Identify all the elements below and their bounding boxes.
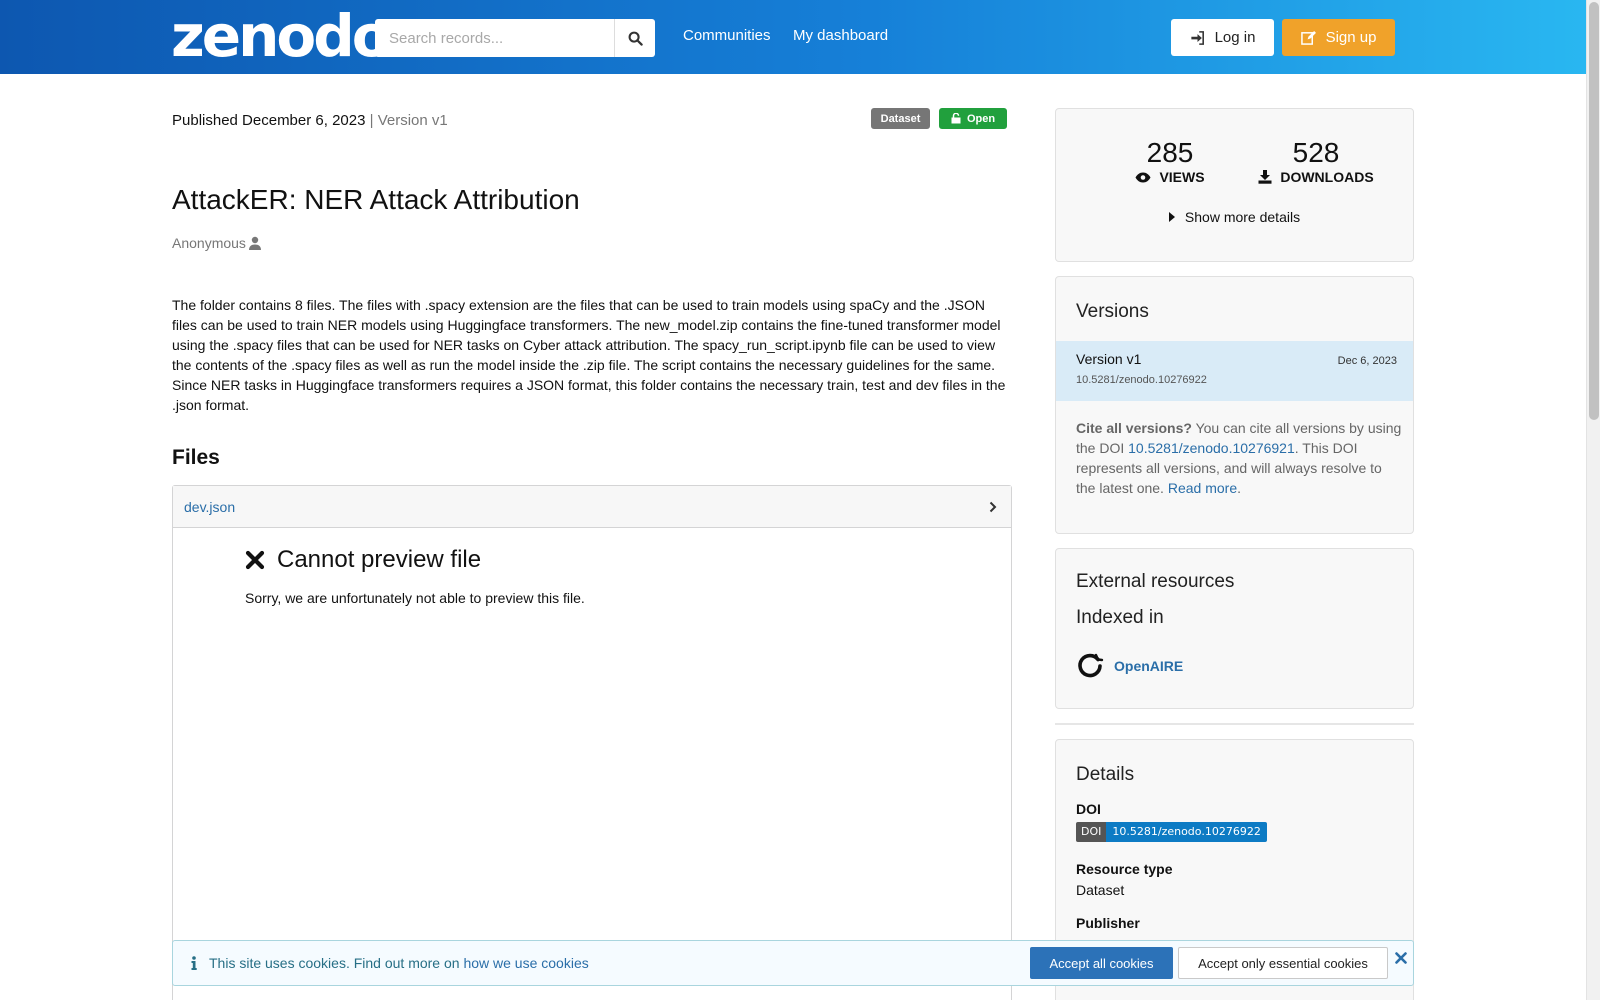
publisher-label: Publisher — [1076, 915, 1140, 931]
edit-icon — [1300, 30, 1316, 45]
resource-type-value: Dataset — [1076, 882, 1125, 898]
unlock-icon — [951, 113, 961, 124]
access-badge: Open — [939, 108, 1007, 129]
doi-label: DOI — [1076, 801, 1101, 817]
eye-icon — [1135, 172, 1151, 182]
cookie-text: This site uses cookies. Find out more on — [209, 955, 464, 971]
show-more-label: Show more details — [1184, 209, 1301, 225]
search-icon — [628, 31, 643, 46]
external-heading: External resources — [1076, 571, 1235, 592]
download-icon — [1258, 170, 1272, 184]
views-stat: 285 VIEWS — [1120, 137, 1220, 185]
page-scrollbar[interactable] — [1586, 0, 1600, 1000]
signup-label: Sign up — [1325, 29, 1377, 46]
version-item-date: Dec 6, 2023 — [1337, 355, 1397, 367]
published-date: Published December 6, 2023 — [172, 112, 366, 129]
resource-type-badge-label: Dataset — [880, 112, 921, 125]
nav-my-dashboard[interactable]: My dashboard — [793, 27, 888, 44]
access-badge-label: Open — [966, 112, 996, 125]
record-title: AttackER: NER Attack Attribution — [172, 184, 580, 215]
resource-type-badge: Dataset — [871, 108, 930, 129]
author-name: Anonymous — [172, 235, 246, 251]
openaire-logo-icon — [1078, 653, 1104, 678]
cookie-banner: This site uses cookies. Find out more on… — [172, 940, 1414, 986]
preview-error-title: Cannot preview file — [277, 546, 482, 573]
record-description: The folder contains 8 files. The files w… — [172, 297, 1006, 413]
file-selector[interactable]: dev.json — [173, 486, 1011, 528]
zenodo-logo[interactable]: zenodo — [171, 6, 392, 66]
chevron-right-icon[interactable] — [989, 501, 997, 513]
cite-end: . — [1237, 480, 1241, 496]
cite-bold: Cite all versions? — [1076, 420, 1192, 436]
downloads-label: DOWNLOADS — [1280, 169, 1374, 185]
resource-type-label: Resource type — [1076, 861, 1173, 877]
file-preview-panel: dev.json Cannot preview file Sorry, we a… — [172, 485, 1012, 1000]
accept-essential-cookies-button[interactable]: Accept only essential cookies — [1178, 947, 1388, 979]
doi-badge-key: DOI — [1076, 822, 1107, 842]
caret-right-icon — [1168, 212, 1175, 222]
sidebar-divider — [1055, 723, 1414, 725]
details-heading: Details — [1076, 764, 1135, 785]
user-icon — [248, 236, 261, 250]
read-more-link[interactable]: Read more — [1168, 480, 1237, 496]
doi-badge-value: 10.5281/zenodo.10276922 — [1106, 822, 1267, 842]
search-box — [375, 19, 655, 57]
stats-card: 285 VIEWS 528 DOWNLOADS Show more detail… — [1055, 108, 1414, 262]
show-more-details[interactable]: Show more details — [1056, 209, 1413, 225]
top-navbar: zenodo Communities My dashboard Log in S… — [0, 0, 1586, 74]
publication-info: Published December 6, 2023 | Version v1 — [172, 112, 448, 129]
preview-error-text: Sorry, we are unfortunately not able to … — [245, 590, 585, 606]
file-link[interactable]: dev.json — [184, 499, 235, 515]
record-author[interactable]: Anonymous — [172, 235, 262, 251]
accept-all-cookies-button[interactable]: Accept all cookies — [1030, 947, 1173, 979]
search-button[interactable] — [614, 19, 655, 57]
files-heading: Files — [172, 446, 220, 469]
close-icon — [245, 550, 265, 570]
version-label: | Version v1 — [369, 112, 448, 129]
nav-communities[interactable]: Communities — [683, 27, 771, 44]
views-count: 285 — [1146, 137, 1194, 168]
concept-doi-link[interactable]: 10.5281/zenodo.10276921 — [1128, 440, 1295, 456]
cookie-policy-link[interactable]: how we use cookies — [463, 955, 588, 971]
info-icon — [191, 956, 197, 970]
login-label: Log in — [1214, 29, 1256, 46]
version-item[interactable]: Version v1 Dec 6, 2023 10.5281/zenodo.10… — [1056, 341, 1413, 401]
downloads-stat: 528 DOWNLOADS — [1251, 137, 1381, 185]
scrollbar-thumb[interactable] — [1589, 2, 1599, 420]
login-button[interactable]: Log in — [1171, 19, 1274, 56]
indexed-in-heading: Indexed in — [1076, 607, 1164, 628]
openaire-link[interactable]: OpenAIRE — [1076, 652, 1183, 680]
signup-button[interactable]: Sign up — [1282, 19, 1395, 56]
preview-error: Cannot preview file Sorry, we are unfort… — [245, 546, 585, 606]
versions-card: Versions Version v1 Dec 6, 2023 10.5281/… — [1055, 276, 1414, 534]
version-item-doi: 10.5281/zenodo.10276922 — [1076, 374, 1207, 386]
versions-heading: Versions — [1076, 301, 1149, 322]
views-label: VIEWS — [1159, 169, 1205, 185]
doi-badge[interactable]: DOI 10.5281/zenodo.10276922 — [1076, 822, 1267, 842]
search-input[interactable] — [375, 19, 614, 57]
external-resources-card: External resources Indexed in OpenAIRE — [1055, 548, 1414, 709]
close-cookie-icon[interactable] — [1395, 952, 1407, 964]
openaire-label: OpenAIRE — [1114, 658, 1184, 674]
cite-all-versions: Cite all versions? You can cite all vers… — [1076, 418, 1402, 498]
sign-in-icon — [1190, 30, 1204, 45]
downloads-count: 528 — [1292, 137, 1340, 168]
